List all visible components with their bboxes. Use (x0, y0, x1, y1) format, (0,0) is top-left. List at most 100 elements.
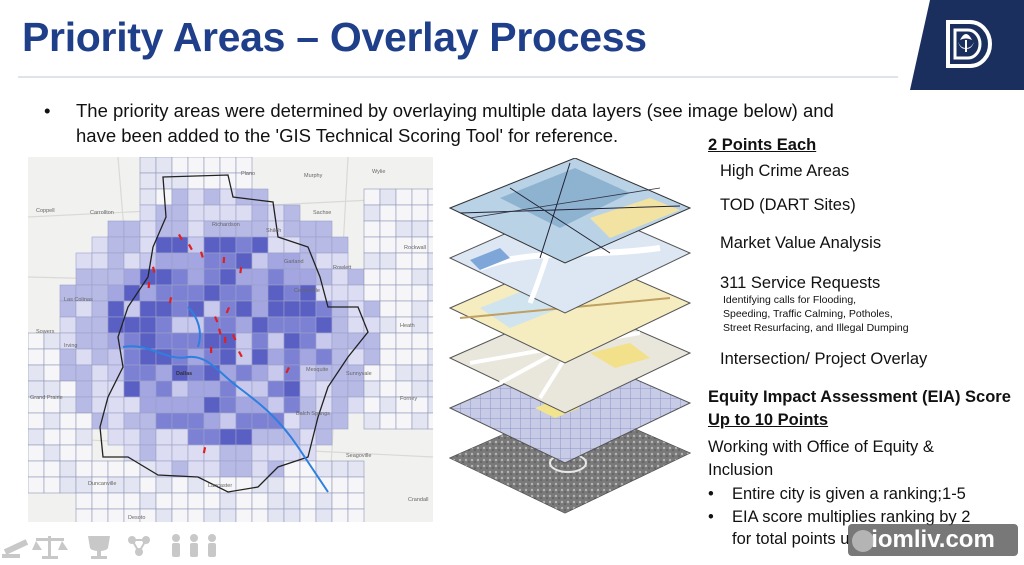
map-grid-cell (107, 220, 125, 238)
map-grid-cell (139, 412, 157, 430)
map-grid-cell (379, 364, 397, 382)
map-grid-cell (75, 268, 93, 286)
map-grid-cell (363, 236, 381, 254)
map-grid-cell (75, 316, 93, 334)
map-grid-cell (171, 284, 189, 302)
map-grid-cell (107, 364, 125, 382)
map-grid-cell (187, 332, 205, 350)
map-grid-cell (427, 412, 433, 430)
map-grid-cell (395, 412, 413, 430)
map-grid-cell (411, 364, 429, 382)
map-grid-cell (139, 316, 157, 334)
map-grid-cell (187, 284, 205, 302)
map-grid-cell (123, 380, 141, 398)
map-grid-cell (347, 492, 365, 510)
eia-title: Equity Impact Assessment (EIA) Score (708, 388, 1011, 406)
map-grid-cell (235, 364, 253, 382)
map-grid-cell (139, 444, 157, 462)
map-grid-cell (187, 268, 205, 286)
map-grid-cell (427, 252, 433, 270)
map-grid-cell (187, 492, 205, 510)
map-grid-cell (171, 460, 189, 478)
map-grid-cell (331, 508, 349, 522)
map-grid-cell (155, 252, 173, 270)
map-grid-cell (219, 444, 237, 462)
map-grid-cell (43, 364, 61, 382)
map-grid-cell (139, 252, 157, 270)
map-grid-cell (347, 380, 365, 398)
map-grid-cell (171, 300, 189, 318)
map-grid-cell (139, 476, 157, 494)
map-label-richardson: Richardson (212, 222, 240, 228)
crime-marker (210, 347, 213, 353)
map-label-grand-prairie: Grand Prairie (30, 395, 63, 401)
network-icon (128, 536, 150, 556)
map-grid-cell (203, 508, 221, 522)
map-grid-cell (155, 412, 173, 430)
map-label-shiloh: Shiloh (266, 228, 281, 234)
map-grid-cell (347, 508, 365, 522)
map-grid-cell (75, 428, 93, 446)
map-grid-cell (251, 300, 269, 318)
map-grid-cell (203, 412, 221, 430)
map-grid-cell (28, 476, 45, 494)
map-grid-cell (267, 268, 285, 286)
map-grid-cell (331, 300, 349, 318)
map-grid-cell (139, 188, 157, 206)
map-grid-cell (283, 316, 301, 334)
map-grid-cell (203, 396, 221, 414)
map-grid-cell (379, 268, 397, 286)
map-grid-cell (155, 508, 173, 522)
map-grid-cell (347, 476, 365, 494)
map-label-duncanville: Duncanville (88, 481, 116, 487)
map-grid-cell (107, 412, 125, 430)
map-grid-cell (411, 268, 429, 286)
map-grid-cell (139, 204, 157, 222)
map-grid-cell (251, 444, 269, 462)
map-grid-cell (235, 236, 253, 254)
map-grid-cell (427, 236, 433, 254)
map-grid-cell (155, 204, 173, 222)
map-grid-cell (75, 508, 93, 522)
map-grid-cell (123, 444, 141, 462)
map-grid-cell (411, 300, 429, 318)
map-grid-cell (123, 220, 141, 238)
map-grid-cell (347, 268, 365, 286)
item-intersection: Intersection/ Project Overlay (720, 350, 928, 368)
map-grid-cell (235, 492, 253, 510)
map-grid-cell (59, 476, 77, 494)
map-grid-cell (43, 428, 61, 446)
map-grid-cell (91, 332, 109, 350)
map-grid-cell (251, 364, 269, 382)
map-grid-cell (123, 348, 141, 366)
map-grid-cell (315, 460, 333, 478)
map-grid-cell (235, 396, 253, 414)
map-grid-cell (107, 508, 125, 522)
map-grid-cell (155, 476, 173, 494)
map-grid-cell (155, 364, 173, 382)
map-grid-cell (251, 268, 269, 286)
map-grid-cell (283, 204, 301, 222)
map-grid-cell (427, 380, 433, 398)
map-label-seagoville: Seagoville (346, 453, 371, 459)
map-grid-cell (251, 508, 269, 522)
map-grid-cell (219, 236, 237, 254)
map-grid-cell (203, 380, 221, 398)
map-grid-cell (411, 188, 429, 206)
map-grid-cell (395, 300, 413, 318)
map-grid-cell (363, 412, 381, 430)
map-label-wylie: Wylie (372, 169, 385, 175)
map-grid-cell (347, 348, 365, 366)
map-grid-cell (187, 396, 205, 414)
map-grid-cell (363, 380, 381, 398)
map-grid-cell (251, 236, 269, 254)
map-label-murphy: Murphy (304, 173, 323, 179)
map-grid-cell (75, 492, 93, 510)
map-grid-cell (171, 428, 189, 446)
gavel-icon (2, 539, 29, 558)
map-grid-cell (299, 300, 317, 318)
map-grid-cell (363, 268, 381, 286)
map-grid-cell (235, 268, 253, 286)
working-line-2: Inclusion (708, 461, 774, 479)
crime-marker (224, 336, 227, 343)
